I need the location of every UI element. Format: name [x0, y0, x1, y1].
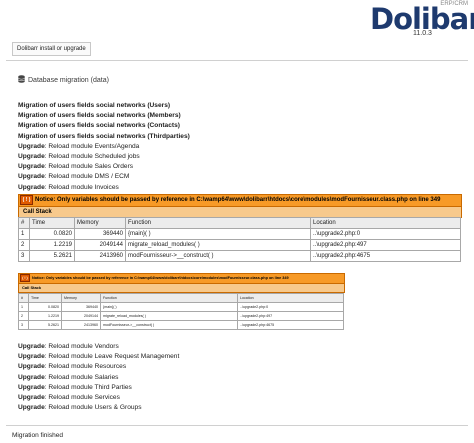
cell: 0.0820: [28, 302, 62, 312]
log-line: Upgrade: Reload module Events/Agenda: [18, 142, 140, 150]
log-line: Upgrade: Reload module Salaries: [18, 373, 119, 381]
brand-tagline: ERP/CRM: [440, 1, 468, 7]
cell: 1: [18, 228, 30, 240]
cell: 369440: [74, 228, 126, 240]
cell: 2049144: [74, 239, 126, 251]
cell: 1.2219: [29, 239, 75, 251]
log-line: Upgrade: Reload module Invoices: [18, 183, 119, 191]
cell: 0.0820: [29, 228, 75, 240]
col-header: Location: [237, 293, 344, 303]
cell: modFournisseur->__construct( ): [125, 250, 311, 262]
table-row: 1 0.0820 369440 {main}( ) ..\upgrade2.ph…: [18, 302, 344, 312]
cell: 2413960: [61, 320, 101, 330]
col-header: #: [18, 293, 29, 303]
log-line: Migration of users fields social network…: [18, 102, 171, 109]
table-row: 3 5.2621 2413960 modFournisseur->__const…: [18, 320, 344, 330]
col-header: Function: [125, 217, 311, 229]
cell: ..\upgrade2.php:0: [310, 228, 461, 240]
cell: {main}( ): [100, 302, 238, 312]
cell: 2: [18, 311, 29, 321]
log-line: Upgrade: Reload module Sales Orders: [18, 163, 134, 171]
section-title-text: Database migration (data): [28, 77, 109, 84]
cell: 5.2621: [28, 320, 62, 330]
notice-text: Notice: Only variables should be passed …: [35, 197, 441, 203]
log-line: Upgrade: Reload module Leave Request Man…: [18, 353, 180, 361]
table-row: 3 5.2621 2413960 modFournisseur->__const…: [18, 250, 461, 262]
col-header: Time: [29, 217, 75, 229]
col-header: Location: [310, 217, 461, 229]
cell: {main}( ): [125, 228, 311, 240]
section-title: Database migration (data): [18, 75, 109, 84]
table-row: 2 1.2219 2049144 migrate_reload_modules(…: [18, 239, 461, 251]
cell: 1: [18, 302, 29, 312]
version-label: 11.0.3: [413, 30, 432, 37]
cell: ..\upgrade2.php:497: [310, 239, 461, 251]
cell: ..\upgrade2.php:0: [237, 302, 344, 312]
cell: 2: [18, 239, 30, 251]
cell: 3: [18, 320, 29, 330]
table-header-row: # Time Memory Function Location: [18, 293, 344, 303]
cell: modFournisseur->__construct( ): [100, 320, 238, 330]
col-header: Memory: [61, 293, 101, 303]
log-line: Migration of users fields social network…: [18, 122, 180, 130]
cell: ..\upgrade2.php:4675: [237, 320, 344, 330]
log-line: Migration of users fields social network…: [18, 132, 190, 140]
cell: 5.2621: [29, 250, 75, 262]
col-header: Function: [100, 293, 238, 303]
database-icon: [18, 75, 25, 83]
notice-text: Notice: Only variables should be passed …: [32, 276, 289, 280]
status-message: Migration finished: [12, 432, 63, 439]
log-line: Upgrade: Reload module Resources: [18, 363, 127, 371]
warning-icon: ( ! ): [20, 195, 33, 205]
table-row: 1 0.0820 369440 {main}( ) ..\upgrade2.ph…: [18, 228, 461, 240]
cell: 3: [18, 250, 30, 262]
log-line: Upgrade: Reload module Third Parties: [18, 383, 132, 391]
call-stack-table: # Time Memory Function Location 1 0.0820…: [18, 293, 344, 330]
col-header: Time: [28, 293, 62, 303]
cell: 1.2219: [28, 311, 62, 321]
migration-log-top: Migration of users fields social network…: [18, 101, 458, 193]
cell: 369440: [61, 302, 101, 312]
log-line: Upgrade: Reload module DMS / ECM: [18, 173, 130, 181]
cell: migrate_reload_modules( ): [100, 311, 238, 321]
log-line: Migration of users fields social network…: [18, 112, 181, 120]
log-line: Upgrade: Reload module Scheduled jobs: [18, 152, 140, 160]
warning-icon: ( ! ): [20, 274, 30, 282]
table-header-row: # Time Memory Function Location: [18, 217, 461, 229]
footer-divider: [6, 425, 468, 426]
col-header: Memory: [74, 217, 126, 229]
cell: ..\upgrade2.php:4675: [310, 250, 461, 262]
col-header: #: [18, 217, 30, 229]
breadcrumb[interactable]: Dolibarr install or upgrade: [12, 42, 91, 56]
log-line: Upgrade: Reload module Users & Groups: [18, 404, 142, 412]
cell: 2413960: [74, 250, 126, 262]
log-line: Upgrade: Reload module Services: [18, 393, 120, 401]
log-line: Upgrade: Reload module Vendors: [18, 343, 119, 350]
call-stack-table: # Time Memory Function Location 1 0.0820…: [18, 217, 461, 262]
call-stack-header: Call Stack: [18, 283, 345, 293]
cell: ..\upgrade2.php:497: [237, 311, 344, 321]
header-divider: [6, 60, 468, 61]
migration-log-bottom: Upgrade: Reload module Vendors Upgrade: …: [18, 342, 458, 413]
cell: migrate_reload_modules( ): [125, 239, 311, 251]
cell: 2049144: [61, 311, 101, 321]
table-row: 2 1.2219 2049144 migrate_reload_modules(…: [18, 311, 344, 321]
